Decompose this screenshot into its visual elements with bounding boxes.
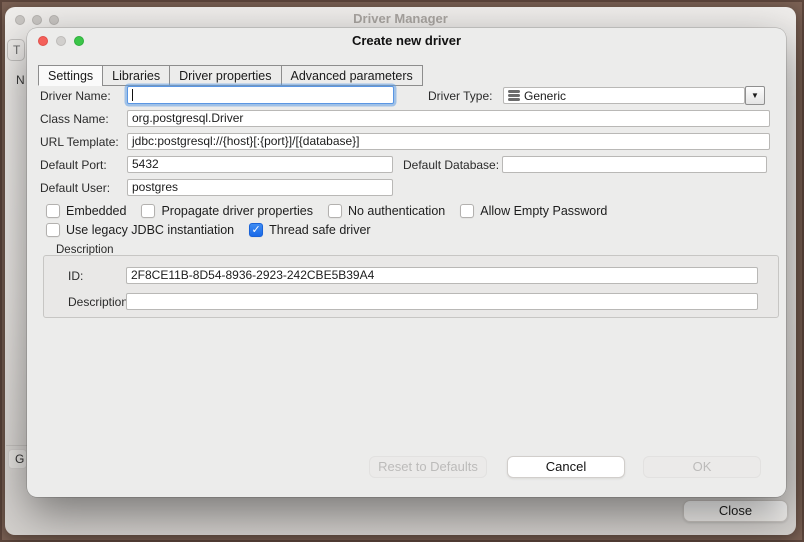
dialog-titlebar: Create new driver — [27, 28, 786, 54]
close-button[interactable]: Close — [683, 500, 788, 522]
description-group-box: ID: 2F8CE11B-8D54-8936-2923-242CBE5B39A4… — [43, 255, 779, 318]
checkbox-allow-empty-password[interactable]: Allow Empty Password — [460, 204, 607, 218]
default-user-input[interactable]: postgres — [127, 179, 393, 196]
create-new-driver-dialog: Create new driver Settings Libraries Dri… — [27, 28, 786, 497]
bottom-fragment: G — [8, 449, 27, 469]
checkbox-box[interactable] — [46, 223, 60, 237]
class-name-label: Class Name: — [40, 112, 109, 126]
minimize-dialog-icon — [56, 36, 66, 46]
checkbox-box[interactable] — [328, 204, 342, 218]
driver-type-value: Generic — [524, 89, 566, 103]
default-port-label: Default Port: — [40, 158, 107, 172]
close-window-icon[interactable] — [15, 15, 25, 25]
url-template-input[interactable]: jdbc:postgresql://{host}[:{port}]/[{data… — [127, 133, 770, 150]
checkbox-propagate-driver-properties[interactable]: Propagate driver properties — [141, 204, 312, 218]
text-caret — [132, 89, 133, 101]
default-database-label: Default Database: — [403, 158, 499, 172]
checkbox-row-2: Use legacy JDBC instantiation ✓ Thread s… — [46, 223, 371, 237]
url-template-label: URL Template: — [40, 135, 119, 149]
name-column-fragment: N — [16, 73, 25, 87]
driver-name-label: Driver Name: — [40, 89, 111, 103]
checkbox-row-1: Embedded Propagate driver properties No … — [46, 204, 607, 218]
zoom-window-icon[interactable] — [49, 15, 59, 25]
divider — [6, 445, 27, 446]
class-name-input[interactable]: org.postgresql.Driver — [127, 110, 770, 127]
default-database-input[interactable] — [502, 156, 767, 173]
checkbox-embedded[interactable]: Embedded — [46, 204, 126, 218]
checkbox-box[interactable] — [460, 204, 474, 218]
checkbox-checked-icon[interactable]: ✓ — [249, 223, 263, 237]
minimize-window-icon[interactable] — [32, 15, 42, 25]
reset-to-defaults-button: Reset to Defaults — [369, 456, 487, 478]
zoom-dialog-icon[interactable] — [74, 36, 84, 46]
checkbox-box[interactable] — [46, 204, 60, 218]
driver-type-label: Driver Type: — [428, 89, 492, 103]
default-user-label: Default User: — [40, 181, 110, 195]
tab-libraries[interactable]: Libraries — [102, 65, 170, 86]
driver-type-select[interactable]: Generic — [503, 87, 745, 104]
id-label: ID: — [68, 269, 83, 283]
toolbar-fragment: T — [7, 39, 25, 61]
description-input[interactable] — [126, 293, 758, 310]
tab-advanced-parameters[interactable]: Advanced parameters — [281, 65, 423, 86]
database-icon — [508, 90, 520, 102]
tab-bar: Settings Libraries Driver properties Adv… — [38, 65, 423, 86]
description-label: Description: — [68, 295, 131, 309]
tab-settings[interactable]: Settings — [38, 65, 103, 86]
driver-type-dropdown-icon[interactable]: ▼ — [745, 86, 765, 105]
driver-name-input[interactable] — [127, 86, 394, 104]
id-input[interactable]: 2F8CE11B-8D54-8936-2923-242CBE5B39A4 — [126, 267, 758, 284]
checkbox-use-legacy-jdbc-instantiation[interactable]: Use legacy JDBC instantiation — [46, 223, 234, 237]
tab-driver-properties[interactable]: Driver properties — [169, 65, 281, 86]
checkbox-thread-safe-driver[interactable]: ✓ Thread safe driver — [249, 223, 370, 237]
ok-button: OK — [643, 456, 761, 478]
checkbox-box[interactable] — [141, 204, 155, 218]
cancel-button[interactable]: Cancel — [507, 456, 625, 478]
screenshot-frame: Driver Manager T N G Close Create new dr… — [0, 0, 804, 542]
default-port-input[interactable]: 5432 — [127, 156, 393, 173]
dialog-title: Create new driver — [27, 28, 786, 53]
checkbox-no-authentication[interactable]: No authentication — [328, 204, 445, 218]
close-dialog-icon[interactable] — [38, 36, 48, 46]
